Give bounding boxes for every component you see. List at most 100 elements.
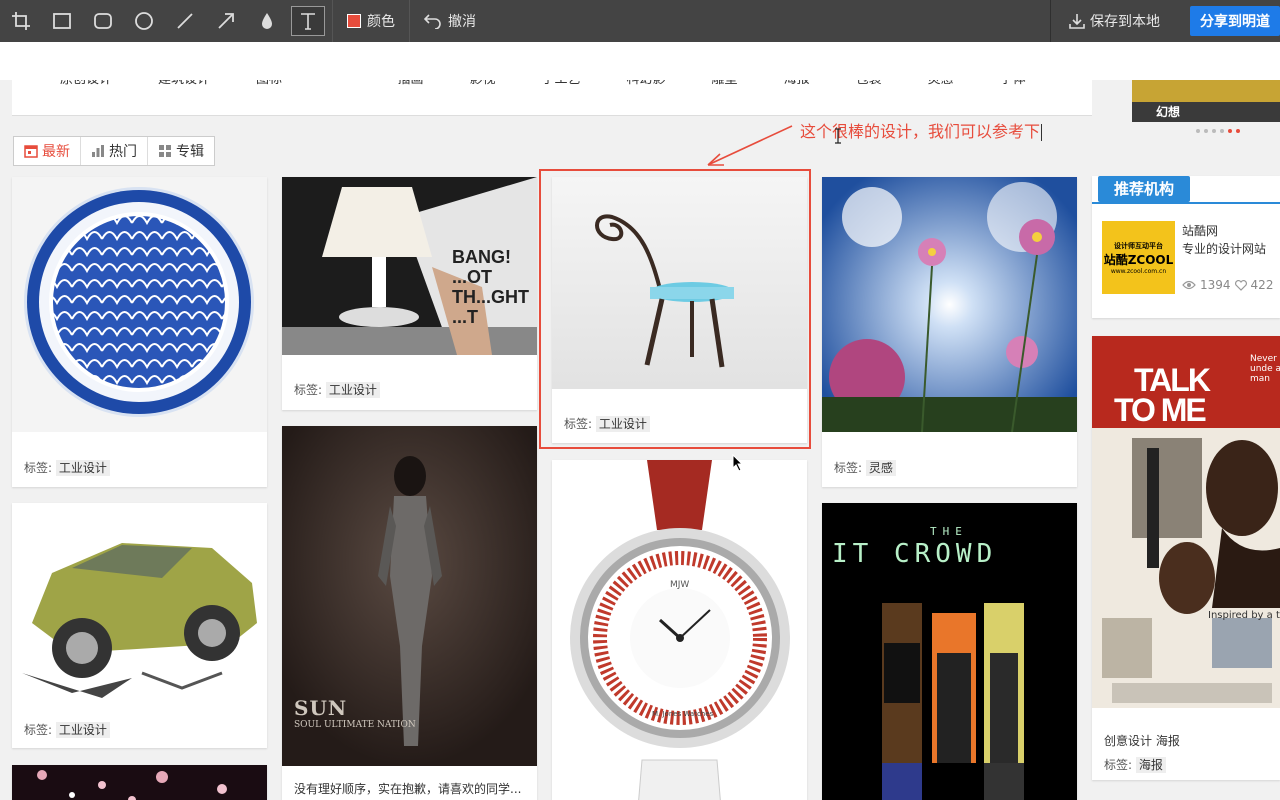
tag-link[interactable]: 工业设计 [55, 460, 110, 476]
text-tool-icon[interactable] [287, 0, 328, 42]
text-caret [1041, 124, 1043, 141]
poster-tagline-bottom: Inspired by a true [1208, 610, 1280, 621]
card-warrior[interactable]: SUN SOUL ULTIMATE NATION 没有理好顺序，实在抱歉，请喜欢… [282, 426, 537, 800]
eye-icon [1182, 280, 1196, 290]
color-label: 颜色 [367, 14, 395, 30]
bar-chart-icon [92, 145, 104, 157]
zcool-logo[interactable]: 设计师互动平台 站酷ZCOOL www.zcool.com.cn [1102, 221, 1175, 294]
nav-item[interactable]: 海报 [784, 80, 810, 87]
nav-item[interactable]: 包装 [856, 80, 882, 87]
card-plate[interactable]: 标签: 工业设计 [12, 177, 267, 487]
save-local-button[interactable]: 保存到本地 [1050, 0, 1178, 42]
color-picker-button[interactable]: 颜色 [337, 0, 405, 42]
line-icon[interactable] [164, 0, 205, 42]
card-tagline: 标签: 工业设计 [24, 721, 110, 738]
flowers-image[interactable] [822, 177, 1077, 432]
carousel-dot-active[interactable] [1228, 129, 1232, 133]
nav-item[interactable]: 图标 [256, 80, 282, 87]
car-sketch-image[interactable] [12, 503, 267, 703]
tag-link[interactable]: 工业设计 [55, 722, 110, 738]
tag-link[interactable]: 工业设计 [595, 416, 650, 432]
carousel-dot[interactable] [1204, 129, 1208, 133]
nav-item[interactable]: 影视 [470, 80, 496, 87]
zcool-logo-top: 设计师互动平台 [1114, 241, 1163, 250]
carousel-dot[interactable] [1212, 129, 1216, 133]
nav-item[interactable]: 插画 [397, 80, 423, 87]
crop-icon[interactable] [0, 0, 41, 42]
card-tagline: 标签: 灵感 [834, 459, 896, 476]
carousel-dot[interactable] [1196, 129, 1200, 133]
sun-logo-caption: SOUL ULTIMATE NATION [294, 720, 416, 730]
panel-divider [1092, 202, 1280, 204]
tag-link[interactable]: 海报 [1135, 757, 1166, 773]
nav-item[interactable]: 字体 [1000, 80, 1026, 87]
like-count: 422 [1250, 278, 1274, 292]
category-nav: 原创设计 建筑设计 图标 GUI 插画 影视 手工艺 科幻影 雕塑 海报 包装 灵感 字体 icon [12, 80, 1092, 116]
ad-banner[interactable]: 幻想 [1132, 80, 1280, 122]
card-tagline: 标签: 工业设计 [24, 459, 110, 476]
tag-prefix: 标签: [1104, 758, 1133, 772]
plate-image[interactable] [12, 177, 267, 432]
nav-item[interactable]: GUI [328, 80, 351, 87]
grid-icon [159, 145, 171, 157]
blossom-image[interactable] [12, 765, 267, 800]
chair-image[interactable] [552, 177, 807, 389]
ad-banner-label: 幻想 [1132, 102, 1280, 122]
card-chair[interactable]: 标签: 工业设计 [552, 177, 807, 443]
blur-drop-icon[interactable] [246, 0, 287, 42]
screenshot-toolbar: 颜色 撤消 保存到本地 分享到明道 [0, 0, 1280, 42]
recommended-org-panel: 推荐机构 设计师互动平台 站酷ZCOOL www.zcool.com.cn 站酷… [1092, 176, 1280, 318]
nav-item[interactable]: 原创设计 [60, 80, 112, 87]
tab-latest[interactable]: 最新 [14, 137, 81, 165]
poster-title-2: TO ME [1114, 392, 1207, 428]
nav-item[interactable]: 手工艺 [542, 80, 581, 87]
sun-logo-mark: SUN [294, 696, 348, 720]
toolbar-divider [409, 0, 410, 42]
poster-caption: 创意设计 海报 [1104, 734, 1180, 748]
card-blossom[interactable] [12, 765, 267, 800]
carousel-dot-active[interactable] [1236, 129, 1240, 133]
undo-button[interactable]: 撤消 [414, 0, 486, 42]
lamp-sign-line: ...T [452, 307, 478, 327]
nav-item[interactable]: icon [1072, 80, 1092, 87]
tab-album[interactable]: 专辑 [148, 137, 214, 165]
nav-item[interactable]: 灵感 [928, 80, 954, 87]
it-crowd-title: IT CROWD [832, 539, 998, 569]
lamp-sign: BANG! ...OT TH...GHT ...T [452, 247, 529, 327]
toolbar-divider [332, 0, 333, 42]
page-top-area [0, 42, 1280, 80]
it-crowd-the: THE [930, 525, 968, 538]
recommended-org-title: 推荐机构 [1098, 176, 1190, 202]
lamp-sign-line: ...OT [452, 267, 492, 287]
org-name-link[interactable]: 站酷网 [1182, 222, 1218, 239]
org-stats: 1394 422 [1182, 278, 1273, 292]
poster-image[interactable]: Inspired by a true [1092, 428, 1280, 708]
card-lamp[interactable]: BANG! ...OT TH...GHT ...T 标签: 工业设计 [282, 177, 537, 410]
ellipse-icon[interactable] [123, 0, 164, 42]
poster-tagline: Never unde a man with something [1250, 354, 1280, 382]
card-watch[interactable]: MJW M. Jones Watches [552, 460, 807, 800]
card-car[interactable]: 标签: 工业设计 [12, 503, 267, 748]
card-talk-to-me[interactable]: TALK TO ME Never unde a man with somethi… [1092, 336, 1280, 780]
download-icon [1069, 14, 1085, 29]
tag-prefix: 标签: [564, 417, 593, 431]
tag-link[interactable]: 灵感 [865, 460, 896, 476]
share-to-mingdao-button[interactable]: 分享到明道 [1190, 6, 1280, 36]
carousel-dot[interactable] [1220, 129, 1224, 133]
card-it-crowd[interactable]: THE IT CROWD [822, 503, 1077, 800]
annotation-arrow[interactable] [700, 120, 800, 170]
nav-item[interactable]: 雕塑 [712, 80, 738, 87]
nav-item[interactable]: 科幻影 [627, 80, 666, 87]
poster-header: TALK TO ME Never unde a man with somethi… [1092, 336, 1280, 428]
tab-hot[interactable]: 热门 [81, 137, 148, 165]
card-flowers[interactable]: 标签: 灵感 [822, 177, 1077, 487]
watch-image[interactable] [552, 460, 807, 800]
lamp-sign-line: BANG! [452, 247, 511, 267]
nav-item[interactable]: 建筑设计 [158, 80, 210, 87]
rounded-rectangle-icon[interactable] [82, 0, 123, 42]
rectangle-icon[interactable] [41, 0, 82, 42]
arrow-icon[interactable] [205, 0, 246, 42]
tag-link[interactable]: 工业设计 [325, 382, 380, 398]
tag-prefix: 标签: [24, 723, 53, 737]
sort-tabs: 最新 热门 专辑 [13, 136, 215, 166]
